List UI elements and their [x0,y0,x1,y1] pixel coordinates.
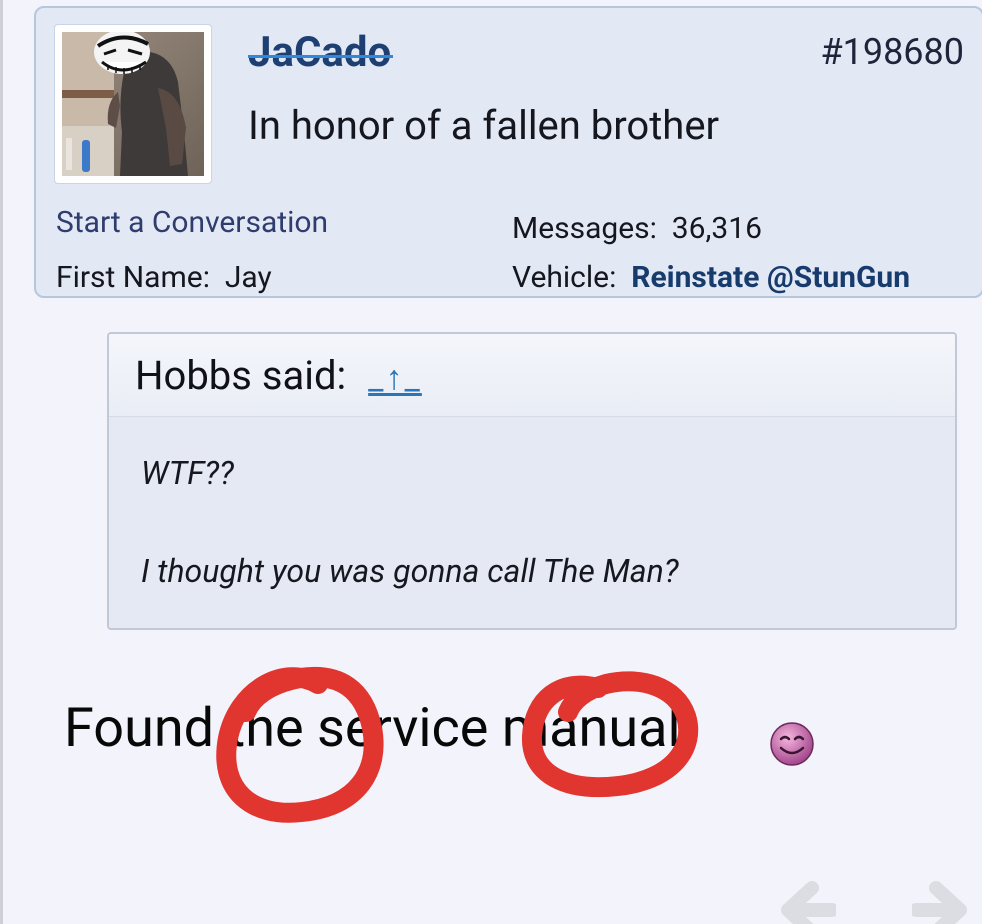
messages-value: 36,316 [671,211,762,246]
vehicle-field: Vehicle: Reinstate @StunGun [512,263,910,293]
vehicle-value: Reinstate @StunGun [631,260,911,295]
username-link[interactable]: JaCado [248,32,394,74]
user-info-card: JaCado #198680 In honor of a fallen brot… [34,6,982,298]
messages-field: Messages: 36,316 [512,214,762,244]
avatar[interactable] [54,24,212,184]
start-conversation-link[interactable]: Start a Conversation [56,208,328,238]
vehicle-label: Vehicle: [512,260,617,295]
messages-label: Messages: [512,211,657,246]
quote-text-line: WTF?? [141,454,234,492]
left-edge-rule [0,0,3,924]
username-text: JaCado [248,28,392,77]
quote-block: Hobbs said: _↑_ WTF?? I thought you was … [107,332,957,630]
quote-text-line: I thought you was gonna call The Man? [141,552,679,590]
user-title: In honor of a fallen brother [248,102,720,149]
quote-header: Hobbs said: _↑_ [109,334,955,417]
jump-to-quote-link[interactable]: _↑_ [368,361,422,395]
avatar-image [62,32,204,176]
arrow-right-icon[interactable] [912,880,976,924]
first-name-field: First Name: Jay [56,263,272,293]
post-body-text: Found the service manual. [64,697,695,760]
smiley-icon [770,722,814,766]
quote-attribution: Hobbs said: _↑_ [135,356,422,396]
quote-author-label: Hobbs said: [135,352,347,399]
arrow-left-icon[interactable] [772,880,836,924]
first-name-label: First Name: [56,260,210,295]
first-name-value: Jay [224,260,272,295]
username-strikethrough [248,55,394,58]
post-number-link[interactable]: #198680 [820,34,964,70]
